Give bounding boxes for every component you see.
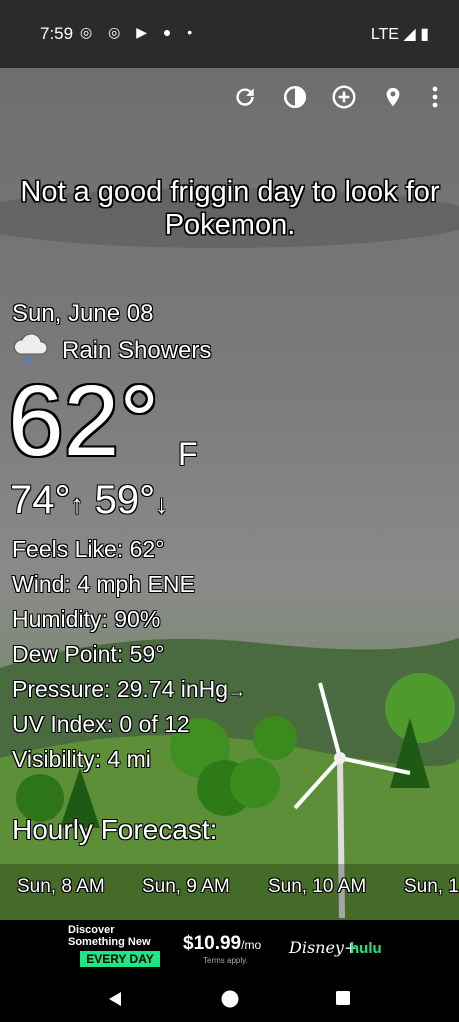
status-time: 7:59 <box>40 24 74 43</box>
ad-per: /mo <box>241 938 262 952</box>
detail-value: 90% <box>114 606 161 632</box>
location-pin-icon[interactable] <box>378 82 408 112</box>
youtube-icon: ▶ <box>136 24 153 40</box>
network-type: LTE <box>370 26 399 43</box>
theme-icon[interactable] <box>280 82 310 112</box>
home-icon[interactable] <box>220 989 240 1009</box>
detail-label: UV Index: <box>12 711 113 737</box>
battery-icon: ▮ <box>420 26 429 43</box>
current-date: Sun, June 08 <box>12 300 154 327</box>
detail-visibility: Visibility: 4 mi <box>12 746 151 773</box>
arrow-up-icon: ↑ <box>70 489 84 519</box>
recents-icon[interactable] <box>335 990 351 1006</box>
arrow-right-icon: → <box>228 681 247 701</box>
status-bar: 7:59 ◎ ◎ ▶ ● • LTE ◢ ▮ <box>0 0 459 68</box>
instagram-icon: ◎ <box>108 24 127 40</box>
ad-discover: Discover Something New EVERY DAY <box>68 924 168 967</box>
hourly-item-label[interactable]: Sun, 10 AM <box>268 876 366 898</box>
ad-banner[interactable]: Discover Something New EVERY DAY $10.99/… <box>0 920 459 976</box>
hourly-forecast-title: Hourly Forecast: <box>12 814 218 845</box>
temperature-unit: F <box>178 436 198 472</box>
high-low: 74°↑ 59°↓ <box>10 478 168 523</box>
detail-label: Humidity: <box>12 606 108 632</box>
hourly-item-label[interactable]: Sun, 9 AM <box>142 876 230 898</box>
hulu-logo: hulu <box>350 940 382 957</box>
circle-icon: ● <box>162 24 178 40</box>
detail-label: Dew Point: <box>12 641 124 667</box>
detail-uv-index: UV Index: 0 of 12 <box>12 711 190 738</box>
detail-value: 62° <box>129 536 165 562</box>
detail-pressure: Pressure: 29.74 inHg→ <box>12 676 246 703</box>
detail-value: 59° <box>129 641 165 667</box>
condition-text: Rain Showers <box>62 337 212 364</box>
back-icon[interactable] <box>106 990 124 1008</box>
detail-humidity: Humidity: 90% <box>12 606 160 633</box>
detail-wind: Wind: 4 mph ENE <box>12 571 195 598</box>
low-temp: 59° <box>94 478 156 522</box>
detail-value: 29.74 inHg <box>116 676 229 702</box>
detail-value: 4 mi <box>107 746 151 772</box>
headline: Not a good friggin day to look for Pokem… <box>20 176 440 241</box>
ad-terms: Terms apply. <box>203 956 248 965</box>
weather-scene: Not a good friggin day to look for Pokem… <box>0 68 459 920</box>
more-vert-icon[interactable] <box>421 82 449 112</box>
dot-icon: • <box>187 24 199 40</box>
disney-plus-logo: Disney+ <box>289 938 358 957</box>
condition-row: Rain Showers <box>12 332 212 368</box>
signal-icon: ◢ <box>403 26 416 43</box>
detail-dew-point: Dew Point: 59° <box>12 641 164 668</box>
ad-line1: Discover <box>68 924 115 936</box>
ad-badge: EVERY DAY <box>80 951 160 967</box>
hourly-item-label[interactable]: Sun, 8 AM <box>17 876 105 898</box>
detail-label: Feels Like: <box>12 536 124 562</box>
detail-label: Visibility: <box>12 746 102 772</box>
status-right: LTE ◢ ▮ <box>371 24 429 44</box>
notification-icons: ◎ ◎ ▶ ● • <box>80 24 198 41</box>
detail-feels-like: Feels Like: 62° <box>12 536 164 563</box>
arrow-down-icon: ↓ <box>155 489 169 519</box>
instagram-icon: ◎ <box>80 24 99 40</box>
detail-value: 0 of 12 <box>119 711 190 737</box>
refresh-icon[interactable] <box>230 82 260 112</box>
ad-price-row: $10.99/mo <box>183 933 261 955</box>
navigation-bar <box>0 976 459 1022</box>
add-location-icon[interactable] <box>329 82 359 112</box>
ad-price: $10.99 <box>183 933 242 954</box>
ad-line2: Something New <box>68 936 151 948</box>
high-temp: 74° <box>10 478 71 522</box>
hourly-item-label[interactable]: Sun, 1 <box>404 876 459 898</box>
detail-label: Pressure: <box>12 676 111 702</box>
detail-label: Wind: <box>12 571 71 597</box>
detail-value: 4 mph ENE <box>77 571 195 597</box>
current-temperature: 62° <box>8 365 160 477</box>
